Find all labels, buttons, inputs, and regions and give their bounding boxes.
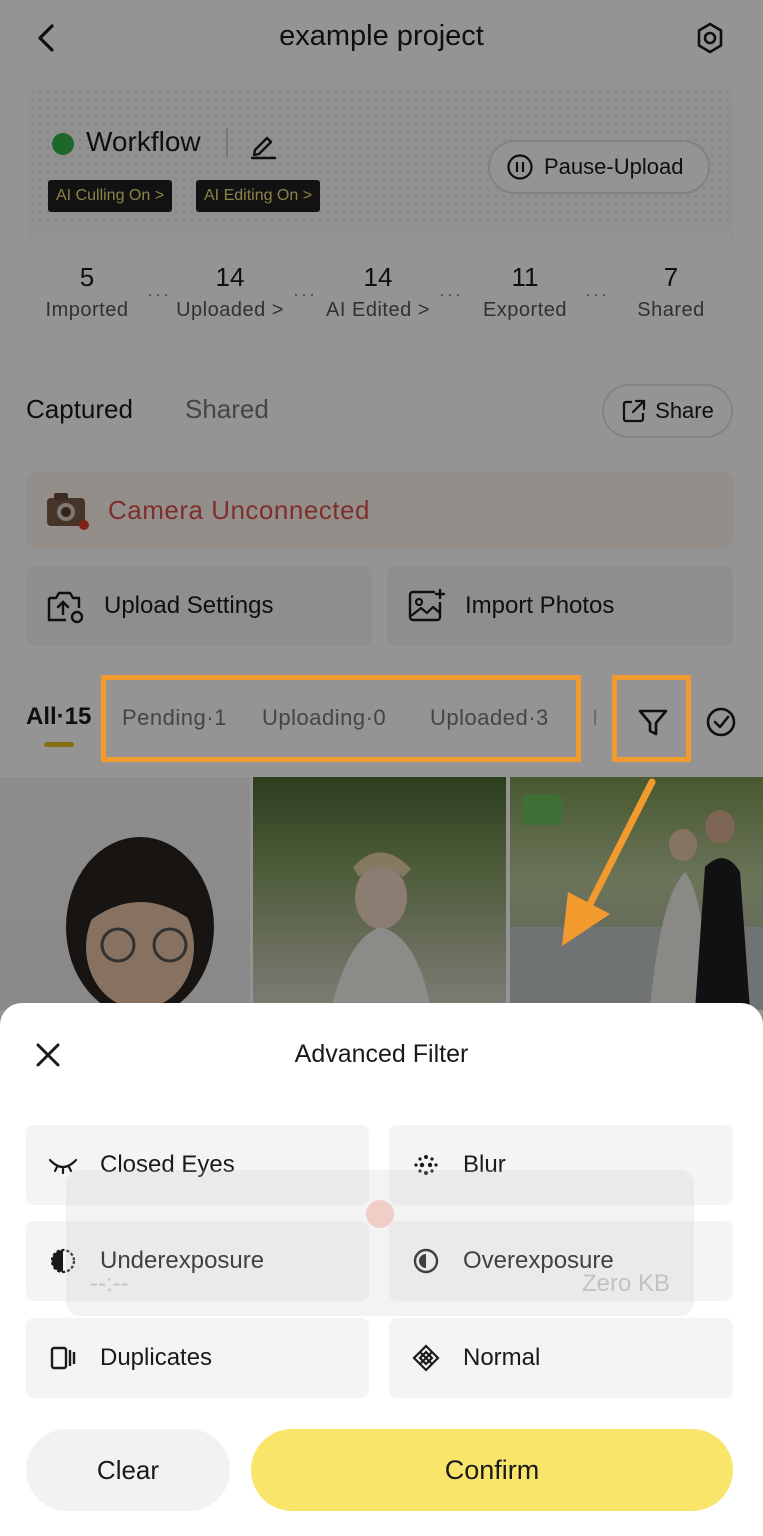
record-dot-icon <box>366 1200 394 1228</box>
filter-option-label: Normal <box>463 1344 541 1371</box>
filter-option-normal[interactable]: Normal <box>389 1318 733 1398</box>
clear-button[interactable]: Clear <box>26 1429 230 1511</box>
confirm-button[interactable]: Confirm <box>251 1429 733 1511</box>
filter-option-duplicates[interactable]: Duplicates <box>26 1318 369 1398</box>
player-size-ghost: Zero KB <box>582 1270 671 1297</box>
annotation-arrow <box>562 778 656 946</box>
highlight-box-filter-button <box>612 675 691 762</box>
player-time-ghost: --:-- <box>90 1270 129 1297</box>
sheet-title: Advanced Filter <box>294 1040 469 1068</box>
duplicates-icon <box>50 1346 76 1370</box>
highlight-box-status-tabs <box>101 675 581 762</box>
filter-option-label: Duplicates <box>100 1344 213 1371</box>
normal-icon <box>412 1344 440 1372</box>
